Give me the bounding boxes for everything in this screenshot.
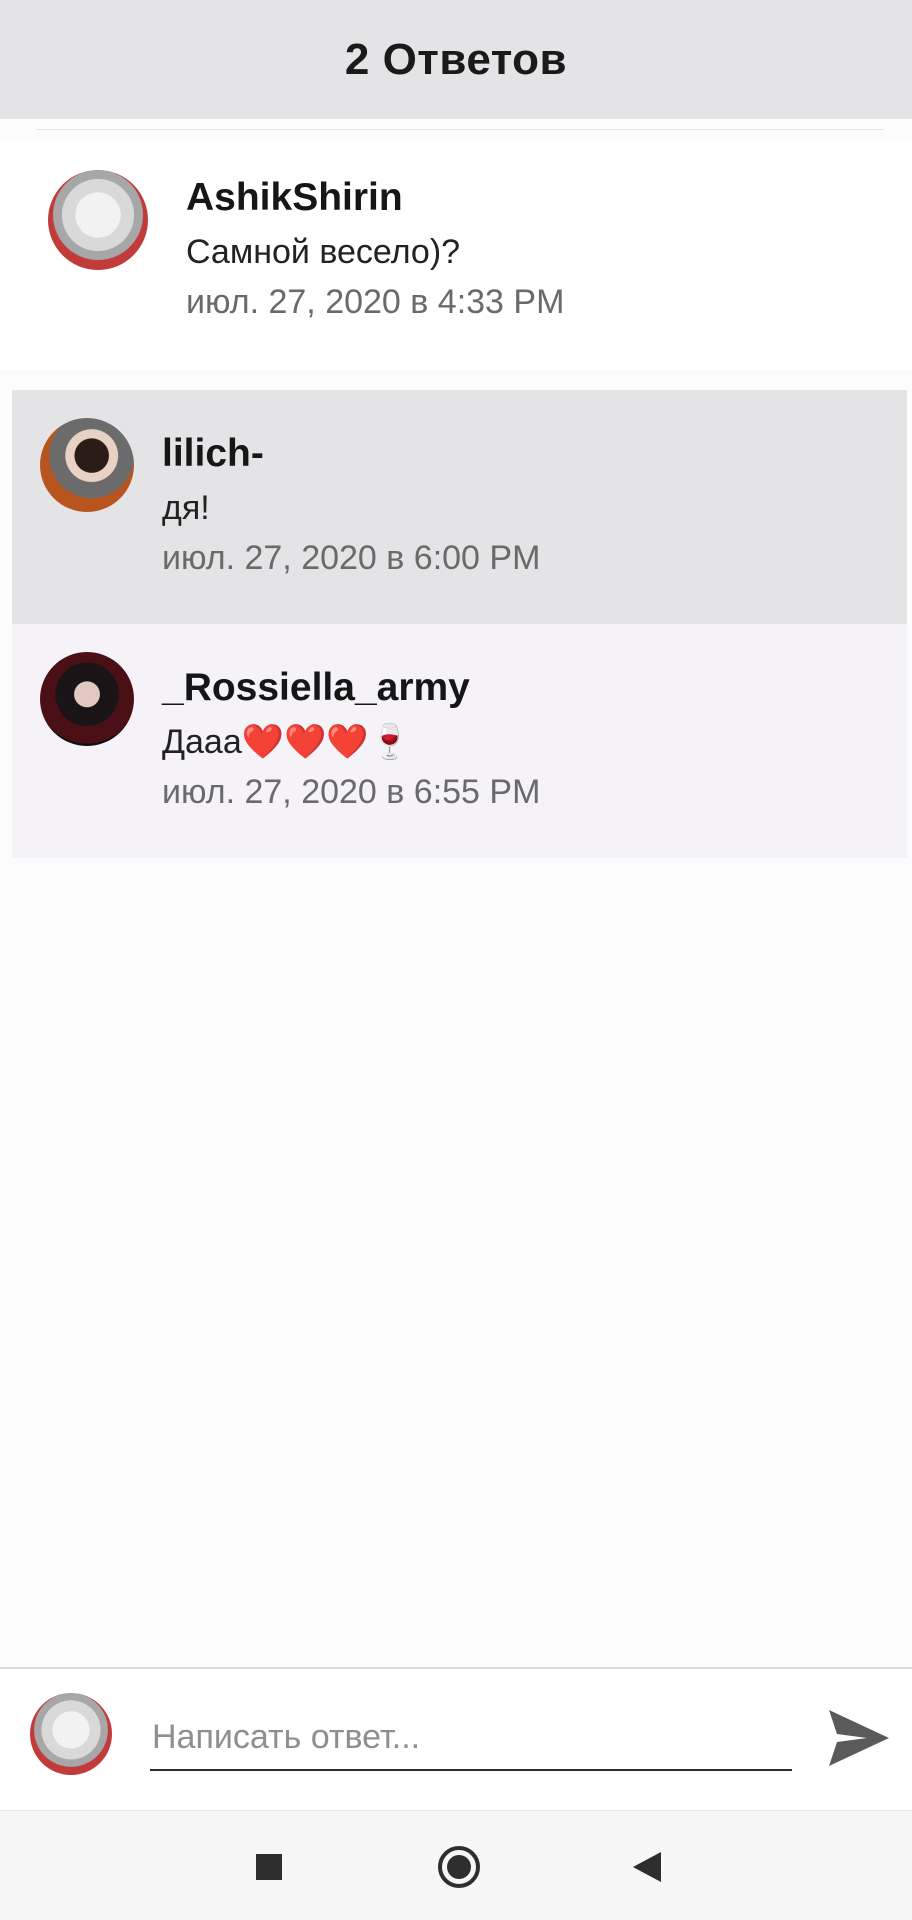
comment-username[interactable]: _Rossiella_army: [162, 666, 540, 710]
comment-item[interactable]: _Rossiella_army Дааа❤️❤️❤️🍷 июл. 27, 202…: [12, 624, 907, 858]
current-user-avatar: [30, 1693, 112, 1775]
recents-icon: [256, 1854, 282, 1880]
back-icon: [633, 1852, 661, 1882]
send-button[interactable]: [822, 1703, 896, 1773]
recents-button[interactable]: [247, 1845, 291, 1889]
comment-text: дя!: [162, 489, 210, 527]
comment-timestamp: июл. 27, 2020 в 6:55 PM: [162, 773, 541, 811]
comment-username[interactable]: lilich-: [162, 432, 540, 476]
home-icon: [438, 1846, 480, 1888]
comment-item-highlighted[interactable]: lilich- дя! июл. 27, 2020 в 6:00 PM: [12, 390, 907, 624]
comment-body: AshikShirin Самной весело)? июл. 27, 202…: [186, 176, 564, 322]
send-icon: [829, 1710, 889, 1766]
system-nav-bar: [0, 1810, 912, 1920]
comment-text: Дааа❤️❤️❤️🍷: [162, 723, 412, 761]
avatar[interactable]: [48, 170, 148, 270]
comment-timestamp: июл. 27, 2020 в 6:00 PM: [162, 539, 541, 577]
comment-timestamp: июл. 27, 2020 в 4:33 PM: [186, 283, 565, 321]
page-title: 2 Ответов: [344, 34, 568, 84]
comment-text: Самной весело)?: [186, 233, 461, 271]
avatar[interactable]: [40, 418, 134, 512]
home-button[interactable]: [437, 1845, 481, 1889]
comment-body: lilich- дя! июл. 27, 2020 в 6:00 PM: [162, 432, 540, 578]
comment-body: _Rossiella_army Дааа❤️❤️❤️🍷 июл. 27, 202…: [162, 666, 540, 812]
back-button[interactable]: [625, 1845, 669, 1889]
reply-composer: [0, 1669, 912, 1810]
top-bar: 2 Ответов: [0, 0, 912, 119]
comment-item[interactable]: AshikShirin Самной весело)? июл. 27, 202…: [0, 140, 912, 370]
avatar[interactable]: [40, 652, 134, 746]
reply-input[interactable]: [150, 1713, 792, 1771]
comment-username[interactable]: AshikShirin: [186, 176, 564, 220]
divider: [36, 129, 884, 130]
